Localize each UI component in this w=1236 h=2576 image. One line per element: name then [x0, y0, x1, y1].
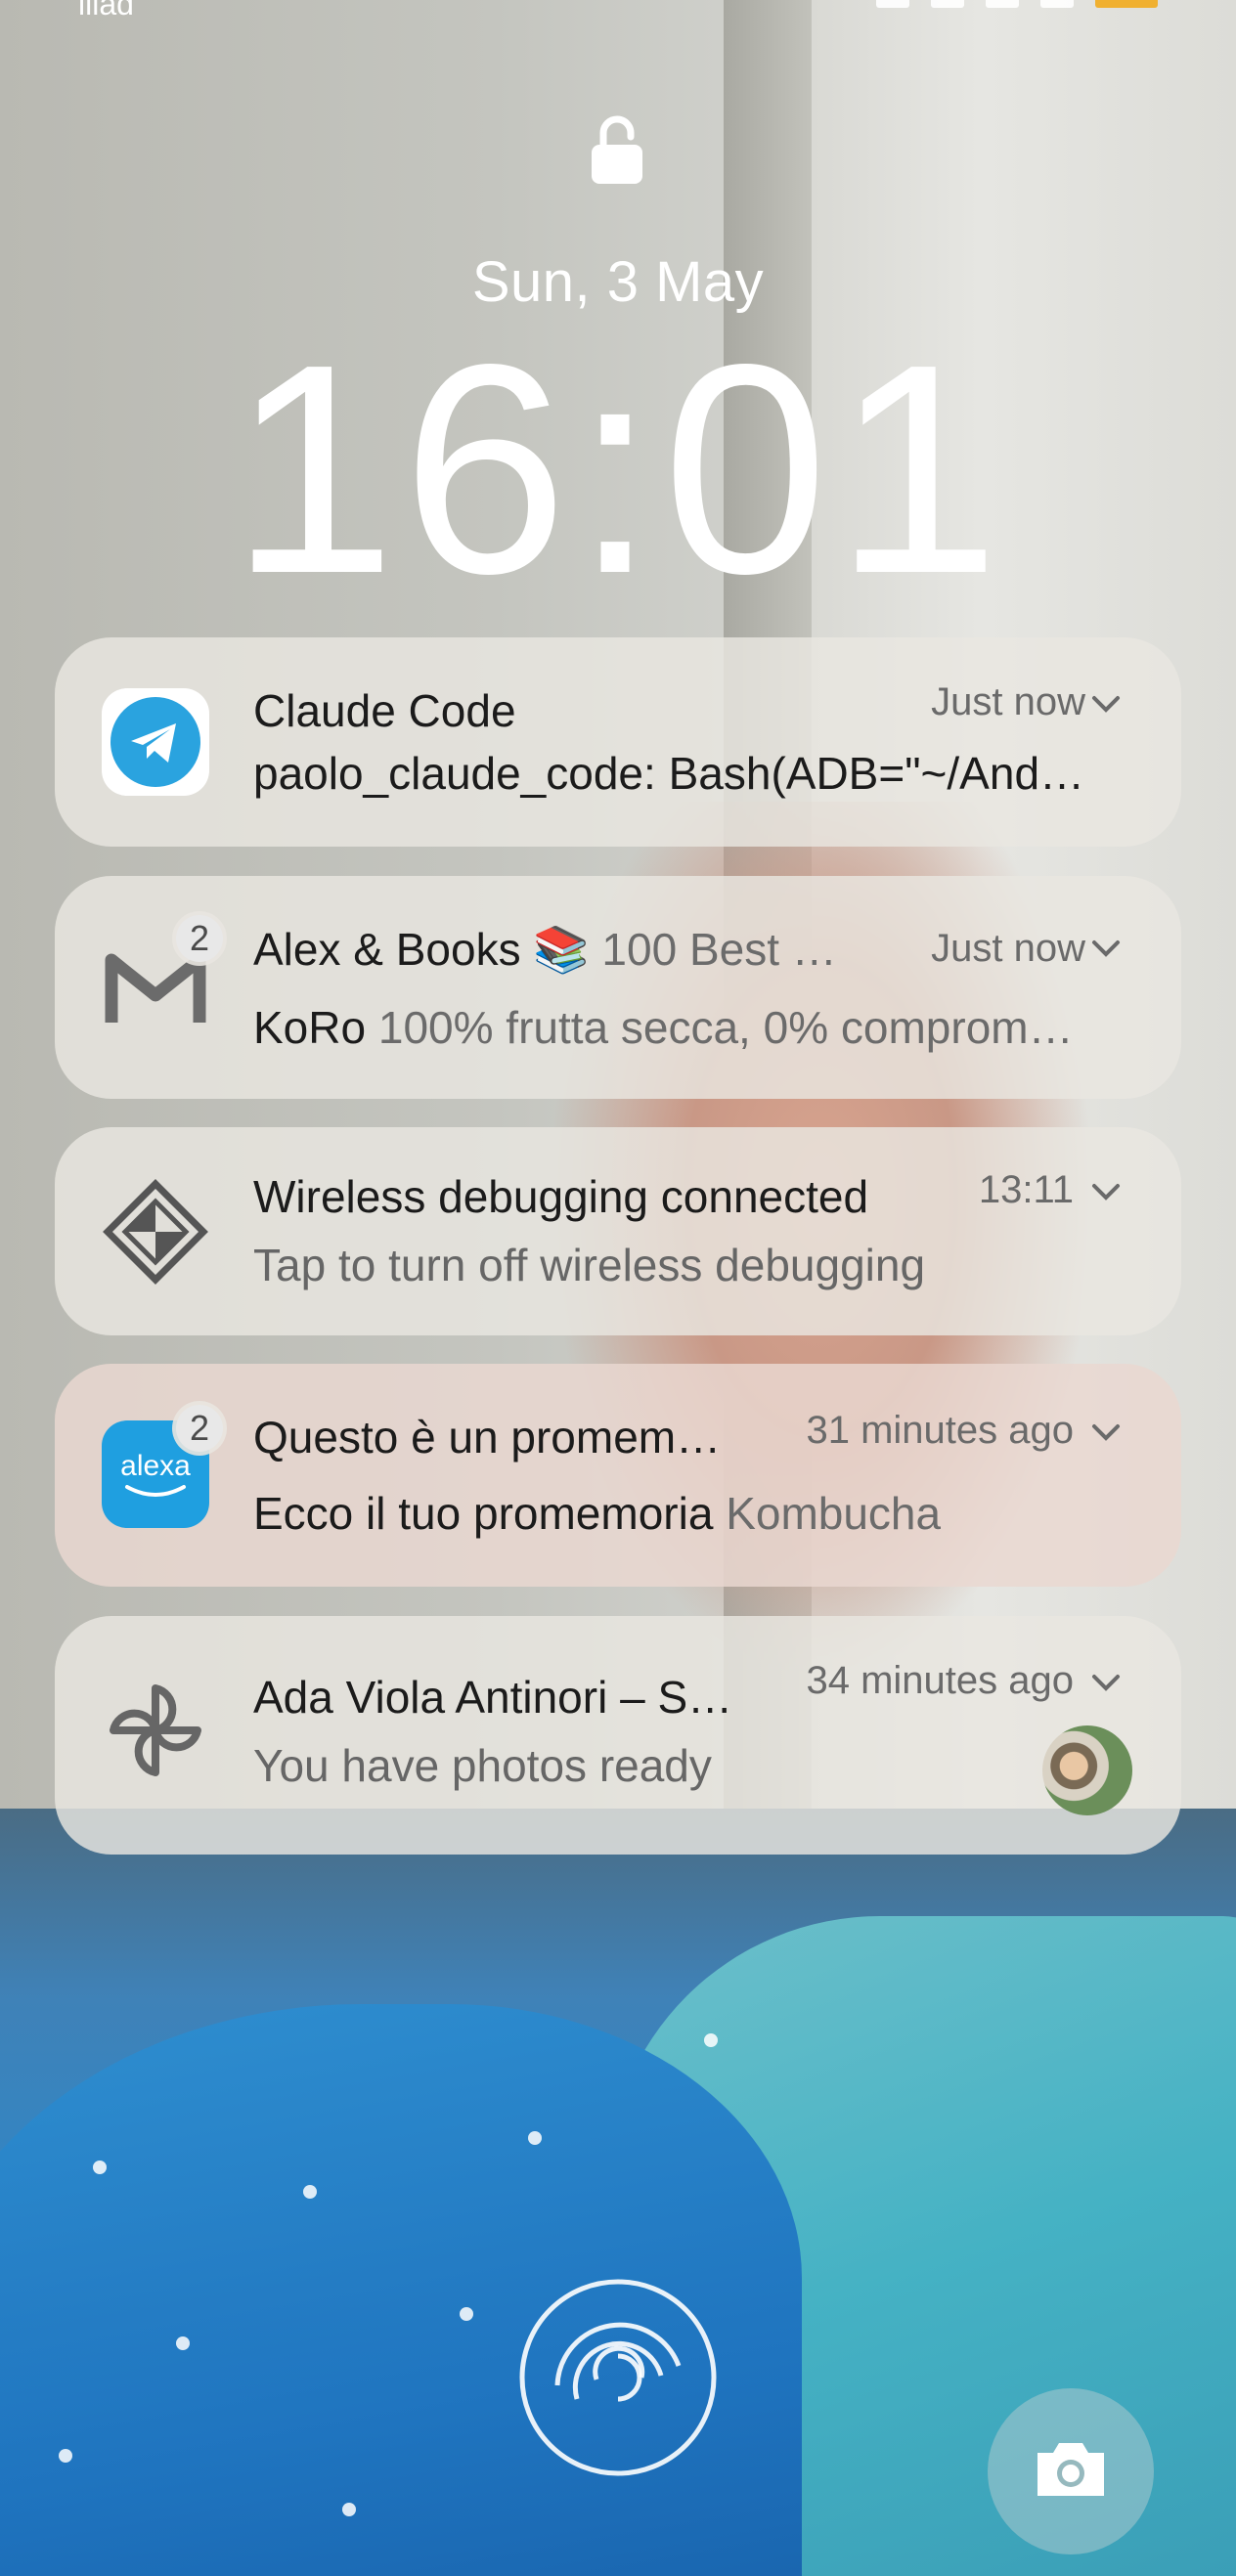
carrier-name: iliad	[78, 0, 134, 22]
camera-icon	[1037, 2443, 1104, 2496]
signal-icon	[1040, 0, 1074, 8]
notification-text: Kombucha	[726, 1488, 942, 1539]
status-icons	[876, 0, 1158, 8]
status-bar: iliad	[0, 0, 1236, 22]
notification-alexa[interactable]: alexa 2 Questo è un promem… Ecco il tuo …	[55, 1364, 1181, 1587]
photo-thumbnail	[1042, 1725, 1132, 1815]
battery-icon	[1095, 0, 1158, 8]
pinwheel-icon	[102, 1677, 209, 1784]
notification-count-badge: 2	[176, 1405, 223, 1452]
notification-text: 100% frutta secca, 0% comprom…	[377, 1002, 1074, 1053]
notification-gmail[interactable]: 2 Alex & Books 📚 100 Best … KoRo 100% fr…	[55, 876, 1181, 1099]
chevron-down-icon[interactable]	[1089, 1671, 1123, 1694]
notification-body: paolo_claude_code: Bash(ADB="~/And…	[253, 747, 1182, 800]
notification-google-photos[interactable]: Ada Viola Antinori – S… You have photos …	[55, 1616, 1181, 1855]
notification-sender: Ecco il tuo promemoria	[253, 1488, 714, 1539]
notification-time: 13:11	[978, 1168, 1074, 1211]
chevron-down-icon[interactable]	[1089, 1180, 1123, 1203]
notification-time: Just now	[931, 680, 1085, 723]
notification-text: Bash(ADB="~/And…	[668, 748, 1085, 799]
lock-icon	[592, 115, 642, 184]
notification-title: Questo è un promem…	[253, 1412, 722, 1463]
vibrate-icon	[931, 0, 964, 8]
chevron-down-icon[interactable]	[1089, 692, 1123, 716]
notification-title: Wireless debugging connected	[253, 1171, 869, 1222]
notification-body: Ecco il tuo promemoria Kombucha	[253, 1487, 941, 1540]
notification-time: Just now	[931, 927, 1085, 970]
notification-count-badge: 2	[176, 915, 223, 962]
nfc-icon	[876, 0, 909, 8]
notification-time: 34 minutes ago	[806, 1659, 1074, 1702]
notification-body: Tap to turn off wireless debugging	[253, 1240, 926, 1290]
chevron-down-icon[interactable]	[1089, 1420, 1123, 1444]
wifi-icon	[986, 0, 1019, 8]
notification-wireless-debugging[interactable]: Wireless debugging connected Tap to turn…	[55, 1127, 1181, 1335]
developer-options-icon	[102, 1178, 209, 1286]
fingerprint-icon[interactable]	[518, 2278, 718, 2477]
notification-body: KoRo 100% frutta secca, 0% comprom…	[253, 1001, 1124, 1054]
lock-clock: 16:01	[230, 302, 1006, 635]
notification-time: 31 minutes ago	[806, 1409, 1074, 1452]
chevron-down-icon[interactable]	[1089, 937, 1123, 960]
notification-body: You have photos ready	[253, 1740, 712, 1791]
telegram-icon	[102, 688, 209, 796]
notification-title: Alex & Books 📚 100 Best …	[253, 924, 837, 975]
notification-title: Claude Code	[253, 685, 516, 736]
notification-sender: KoRo	[253, 1002, 367, 1053]
notification-sender: paolo_claude_code:	[253, 748, 656, 799]
notification-title: Ada Viola Antinori – S…	[253, 1672, 733, 1723]
camera-button[interactable]	[988, 2388, 1154, 2554]
notification-telegram[interactable]: Claude Code paolo_claude_code: Bash(ADB=…	[55, 637, 1181, 847]
